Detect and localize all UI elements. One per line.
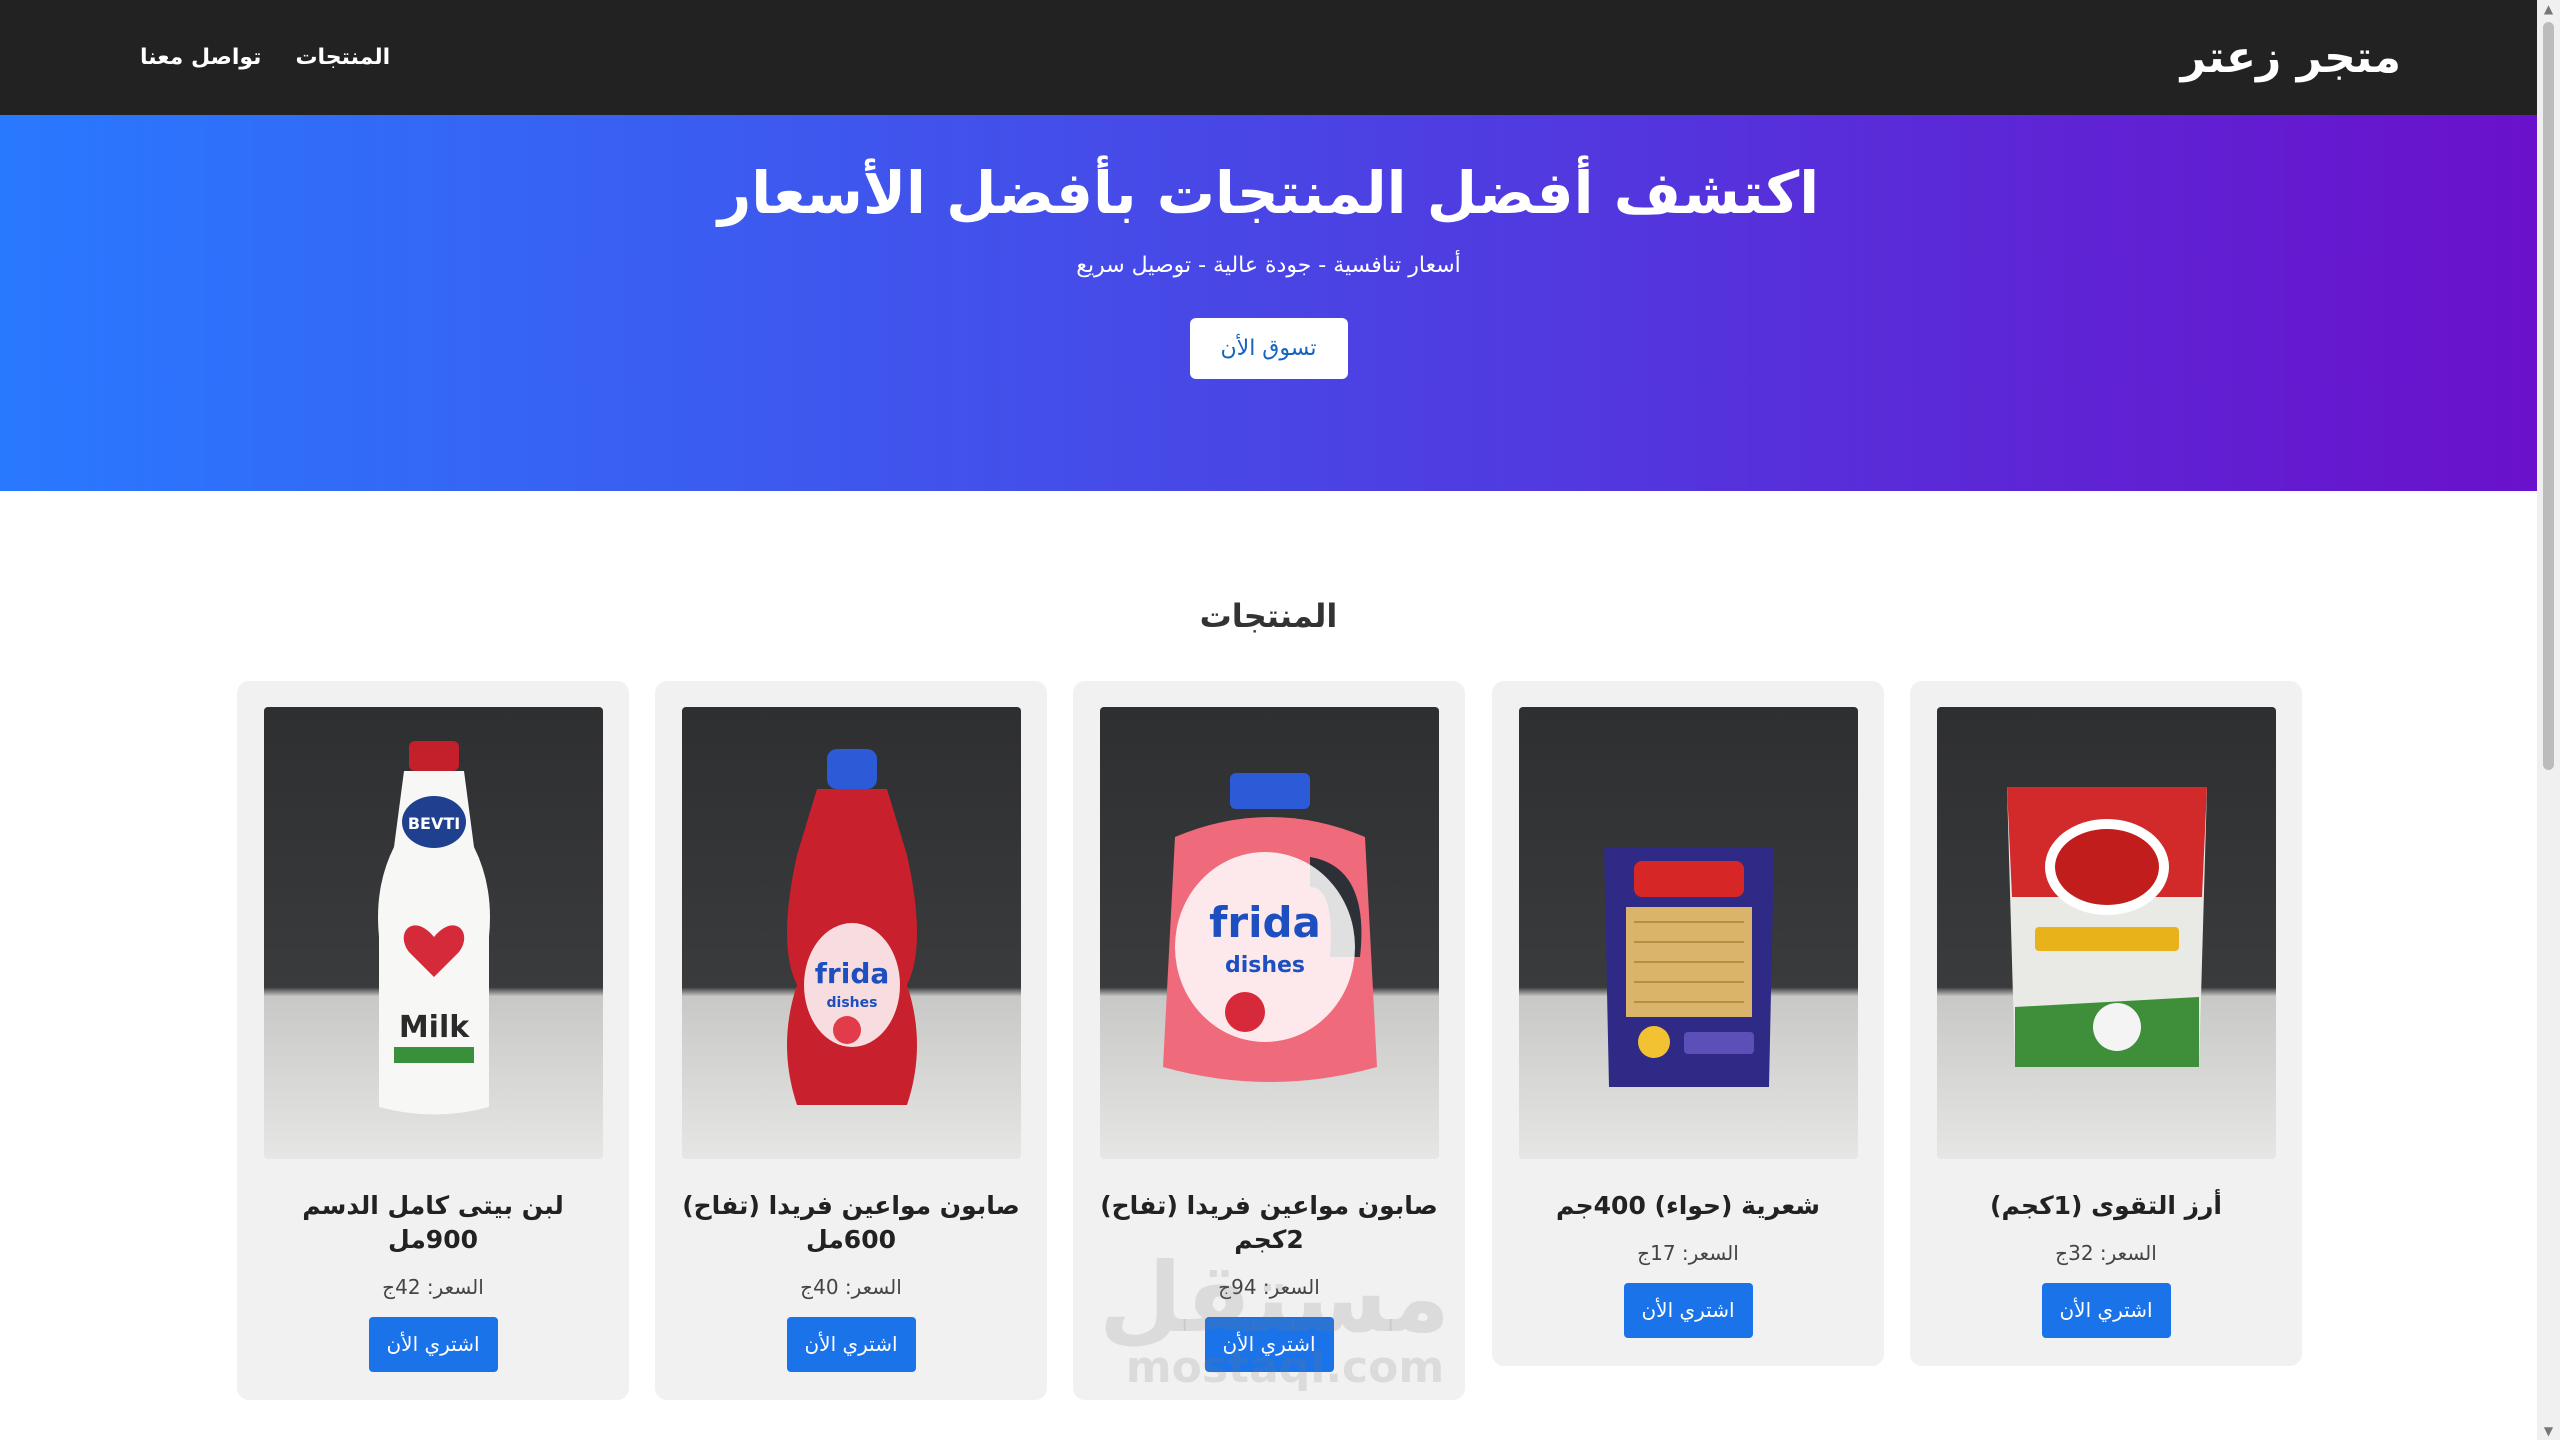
product-price: السعر: 32ج bbox=[2055, 1240, 2157, 1265]
shop-now-button[interactable]: تسوق الأن bbox=[1189, 317, 1348, 379]
nav-link-products[interactable]: المنتجات bbox=[295, 45, 390, 70]
main-nav: المنتجات تواصل معنا bbox=[140, 45, 390, 70]
scrollbar-thumb[interactable] bbox=[2543, 22, 2554, 770]
site-brand[interactable]: متجر زعتر bbox=[2181, 32, 2401, 83]
buy-now-button[interactable]: اشتري الأن bbox=[1204, 1316, 1334, 1372]
product-image-dish-soap-bottle[interactable]: frida dishes bbox=[682, 707, 1021, 1159]
svg-text:frida: frida bbox=[814, 957, 889, 990]
product-image-rice-bag[interactable] bbox=[1937, 707, 2276, 1159]
product-grid: أرز التقوى (1كجم) السعر: 32ج اشتري الأن bbox=[0, 681, 2537, 1440]
scroll-down-arrow-icon[interactable]: ▼ bbox=[2537, 1422, 2560, 1440]
product-image-milk-bottle[interactable]: BEVTI Milk bbox=[264, 707, 603, 1159]
scroll-up-arrow-icon[interactable]: ▲ bbox=[2537, 0, 2560, 18]
rice-bag-icon bbox=[2006, 787, 2207, 1067]
product-name: شعرية (حواء) 400جم bbox=[1556, 1191, 1820, 1220]
hero-title: اكتشف أفضل المنتجات بأفضل الأسعار bbox=[717, 159, 1820, 227]
product-card-rice: أرز التقوى (1كجم) السعر: 32ج اشتري الأن bbox=[1910, 681, 2302, 1366]
product-price: السعر: 42ج bbox=[382, 1274, 484, 1299]
product-image-dish-soap-gallon[interactable]: frida dishes bbox=[1100, 707, 1439, 1159]
buy-now-button[interactable]: اشتري الأن bbox=[368, 1316, 498, 1372]
svg-text:frida: frida bbox=[1209, 898, 1321, 947]
product-image-vermicelli-pack[interactable] bbox=[1519, 707, 1858, 1159]
svg-text:dishes: dishes bbox=[1224, 953, 1304, 978]
product-price: السعر: 17ج bbox=[1637, 1240, 1739, 1265]
top-navbar: متجر زعتر المنتجات تواصل معنا bbox=[0, 0, 2537, 115]
product-card-vermicelli: شعرية (حواء) 400جم السعر: 17ج اشتري الأن bbox=[1492, 681, 1884, 1366]
svg-text:BEVTI: BEVTI bbox=[407, 814, 459, 833]
product-name: صابون مواعين فريدا (تفاح) 600مل bbox=[682, 1191, 1020, 1254]
buy-now-button[interactable]: اشتري الأن bbox=[1623, 1282, 1753, 1338]
svg-text:dishes: dishes bbox=[826, 995, 877, 1011]
product-card-dish-soap-bottle: frida dishes صابون مواعين فريدا (تفاح) 6… bbox=[655, 681, 1047, 1400]
product-card-dish-soap-gallon: frida dishes صابون مواعين فريدا (تفاح) 2… bbox=[1073, 681, 1465, 1400]
product-name: صابون مواعين فريدا (تفاح) 2كجم bbox=[1100, 1191, 1438, 1254]
buy-now-button[interactable]: اشتري الأن bbox=[2041, 1282, 2171, 1338]
buy-now-button[interactable]: اشتري الأن bbox=[786, 1316, 916, 1372]
dish-soap-bottle-icon: frida dishes bbox=[786, 749, 917, 1105]
vertical-scrollbar[interactable]: ▲ ▼ bbox=[2537, 0, 2560, 1440]
product-price: السعر: 40ج bbox=[800, 1274, 902, 1299]
product-price: السعر: 94ج bbox=[1218, 1274, 1320, 1299]
products-heading: المنتجات bbox=[1199, 597, 1338, 635]
vermicelli-pack-icon bbox=[1603, 847, 1774, 1087]
dish-soap-gallon-icon: frida dishes bbox=[1162, 773, 1377, 1082]
milk-bottle-icon: BEVTI Milk bbox=[377, 741, 490, 1115]
hero-subtitle: أسعار تنافسية - جودة عالية - توصيل سريع bbox=[1076, 252, 1461, 278]
nav-link-contact[interactable]: تواصل معنا bbox=[140, 45, 261, 70]
product-card-milk: BEVTI Milk لبن بيتى كامل الدسم 900مل الس… bbox=[237, 681, 629, 1400]
page: متجر زعتر المنتجات تواصل معنا اكتشف أفضل… bbox=[0, 0, 2537, 1440]
hero-banner: اكتشف أفضل المنتجات بأفضل الأسعار أسعار … bbox=[0, 115, 2537, 491]
product-name: أرز التقوى (1كجم) bbox=[1990, 1191, 2222, 1220]
svg-text:Milk: Milk bbox=[398, 1010, 469, 1045]
product-name: لبن بيتى كامل الدسم 900مل bbox=[302, 1191, 564, 1254]
